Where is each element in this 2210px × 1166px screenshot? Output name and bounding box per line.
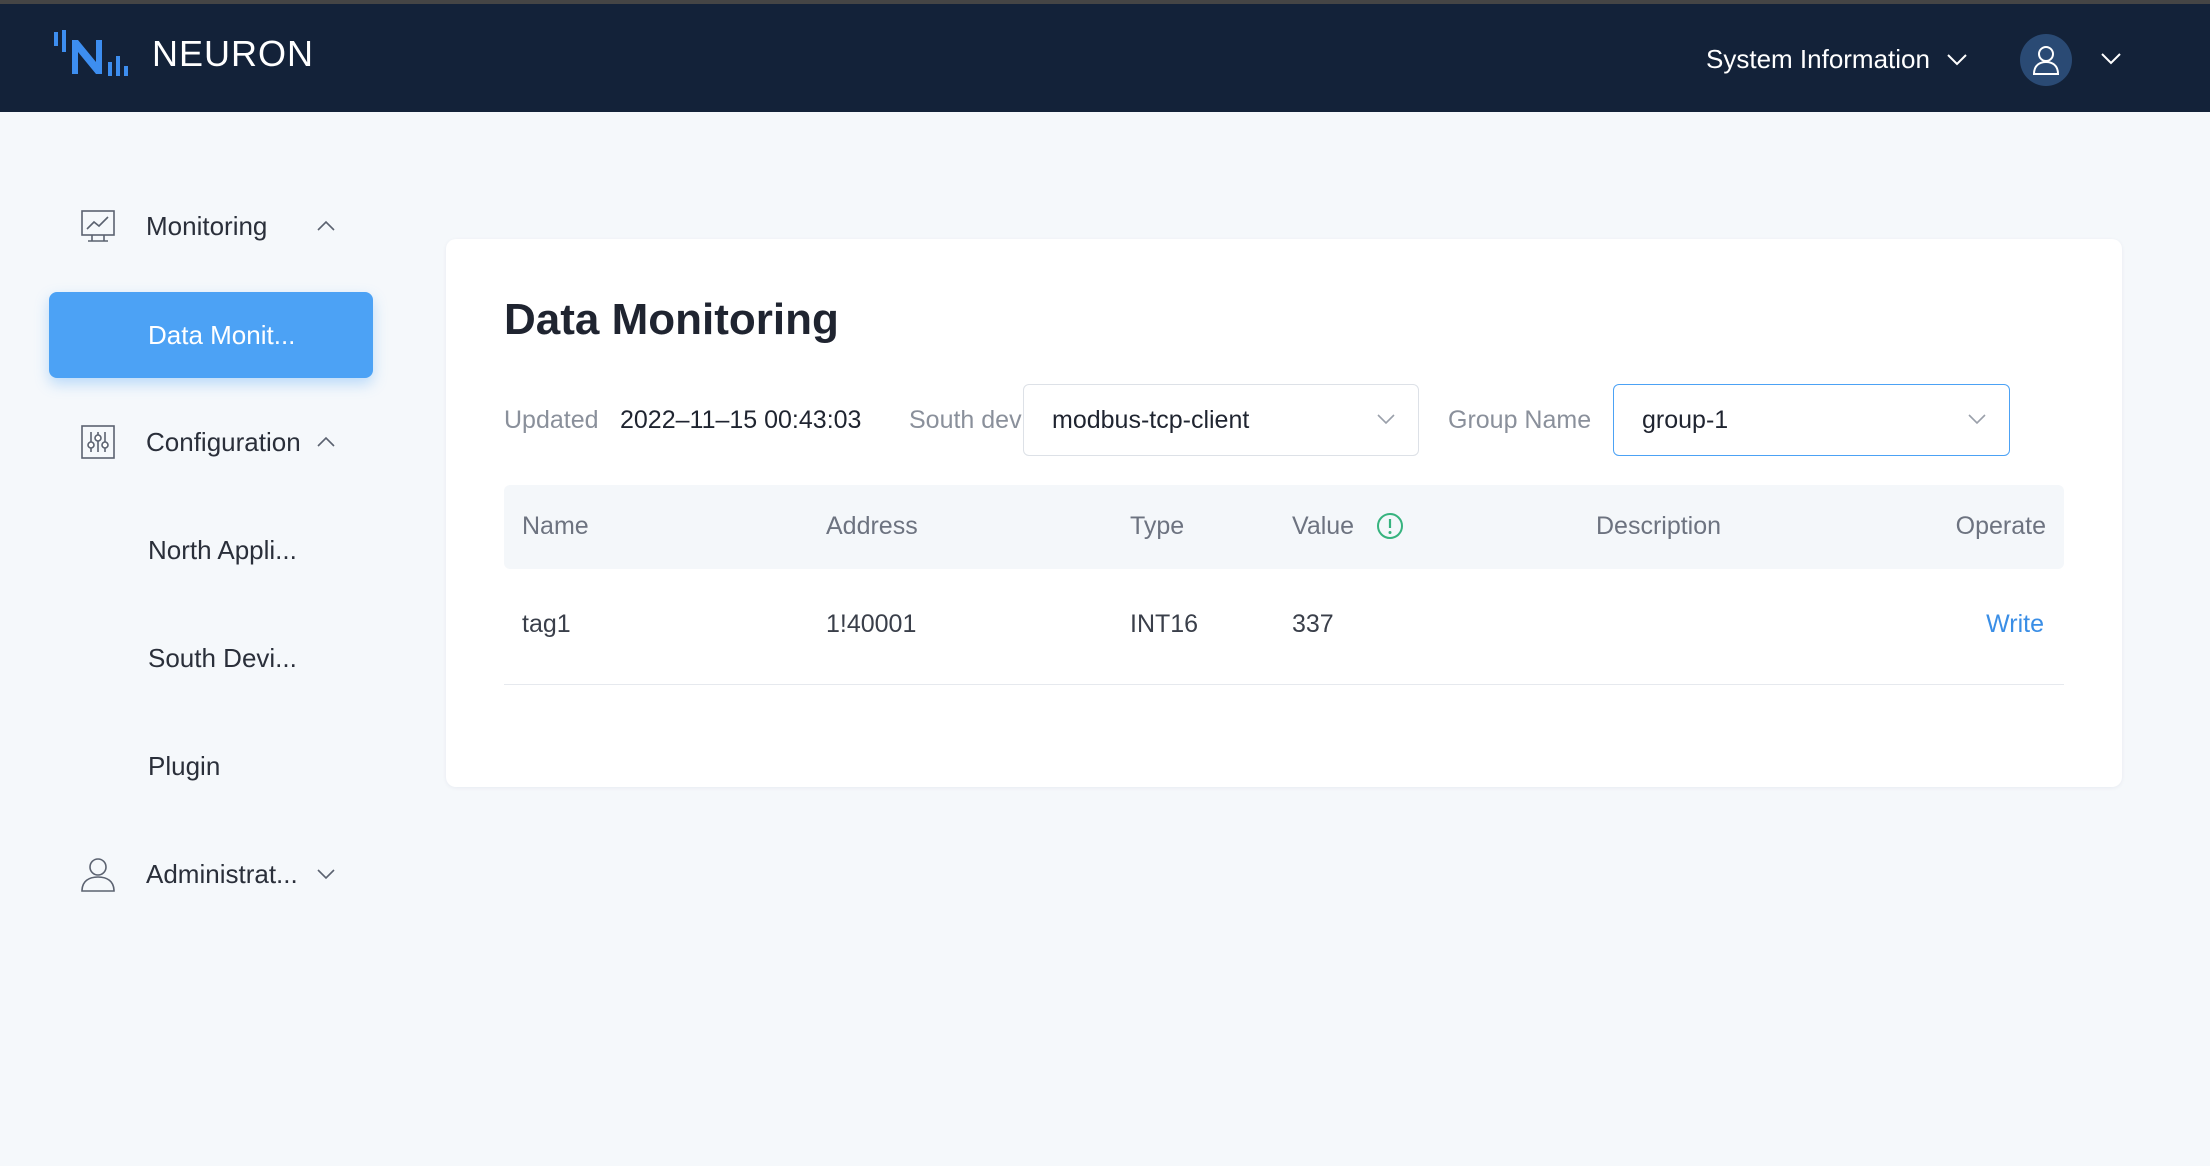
write-link[interactable]: Write <box>1986 610 2044 639</box>
updated-timestamp: 2022–11–15 00:43:03 <box>620 406 862 434</box>
user-icon <box>81 858 115 892</box>
filter-bar: Updated 2022–11–15 00:43:03 South device… <box>504 384 2064 456</box>
sidebar-group-administration[interactable]: Administrat... <box>80 856 335 892</box>
south-device-value: modbus-tcp-client <box>1052 406 1250 434</box>
data-monitoring-card: Data Monitoring Updated 2022–11–15 00:43… <box>446 239 2122 787</box>
cell-type: INT16 <box>1130 610 1199 638</box>
chevron-down-icon <box>1947 53 1967 65</box>
user-avatar[interactable] <box>2020 34 2072 86</box>
column-header-description: Description <box>1596 512 1722 540</box>
sidebar-group-label: Monitoring <box>146 210 268 241</box>
chevron-up-icon <box>317 220 335 231</box>
cell-address: 1!40001 <box>826 610 917 638</box>
user-icon <box>2032 46 2060 75</box>
column-header-value: Value <box>1292 512 1355 540</box>
user-menu-chevron-icon[interactable] <box>2100 52 2122 66</box>
chevron-up-icon <box>317 436 335 447</box>
cell-name: tag1 <box>522 610 571 638</box>
neuron-logo-icon <box>54 30 128 76</box>
group-name-select[interactable]: group-1 <box>1613 384 2010 456</box>
chevron-down-icon <box>317 869 335 880</box>
sidebar-item-data-monitoring[interactable]: Data Monit... <box>49 292 373 378</box>
sidebar-item-plugin[interactable]: Plugin <box>148 751 220 782</box>
sidebar-item-south-devices[interactable]: South Devi... <box>148 643 297 674</box>
table-header: Name Address Type Value Description Oper… <box>504 485 2064 569</box>
sidebar-group-label: Administrat... <box>146 858 298 889</box>
system-information-label: System Information <box>1706 44 1930 74</box>
sidebar-group-configuration[interactable]: Configuration <box>80 424 335 460</box>
table-row: tag1 1!40001 INT16 337 Write <box>504 569 2064 685</box>
info-icon[interactable] <box>1376 512 1404 540</box>
column-header-address: Address <box>826 512 918 540</box>
monitor-chart-icon <box>81 210 115 242</box>
system-information-dropdown[interactable]: System Information <box>1706 44 1968 75</box>
brand-logo[interactable]: NEURON <box>52 26 314 82</box>
column-header-type: Type <box>1130 512 1185 540</box>
brand-name: NEURON <box>152 33 315 74</box>
chevron-down-icon <box>1968 414 1986 425</box>
cell-value: 337 <box>1292 610 1334 638</box>
updated-label: Updated <box>504 406 599 434</box>
top-header: NEURON System Information <box>0 4 2210 112</box>
south-device-select[interactable]: modbus-tcp-client <box>1023 384 1419 456</box>
column-header-operate: Operate <box>1955 512 2046 540</box>
sidebar-group-label: Configuration <box>146 426 301 457</box>
page-title: Data Monitoring <box>504 295 839 344</box>
chevron-down-icon <box>1377 414 1395 425</box>
sidebar-group-monitoring[interactable]: Monitoring <box>80 208 335 244</box>
column-header-name: Name <box>522 512 589 540</box>
sidebar-item-north-apps[interactable]: North Appli... <box>148 535 297 566</box>
sliders-icon <box>81 425 115 459</box>
group-name-value: group-1 <box>1642 406 1729 434</box>
group-name-label: Group Name <box>1448 406 1592 434</box>
